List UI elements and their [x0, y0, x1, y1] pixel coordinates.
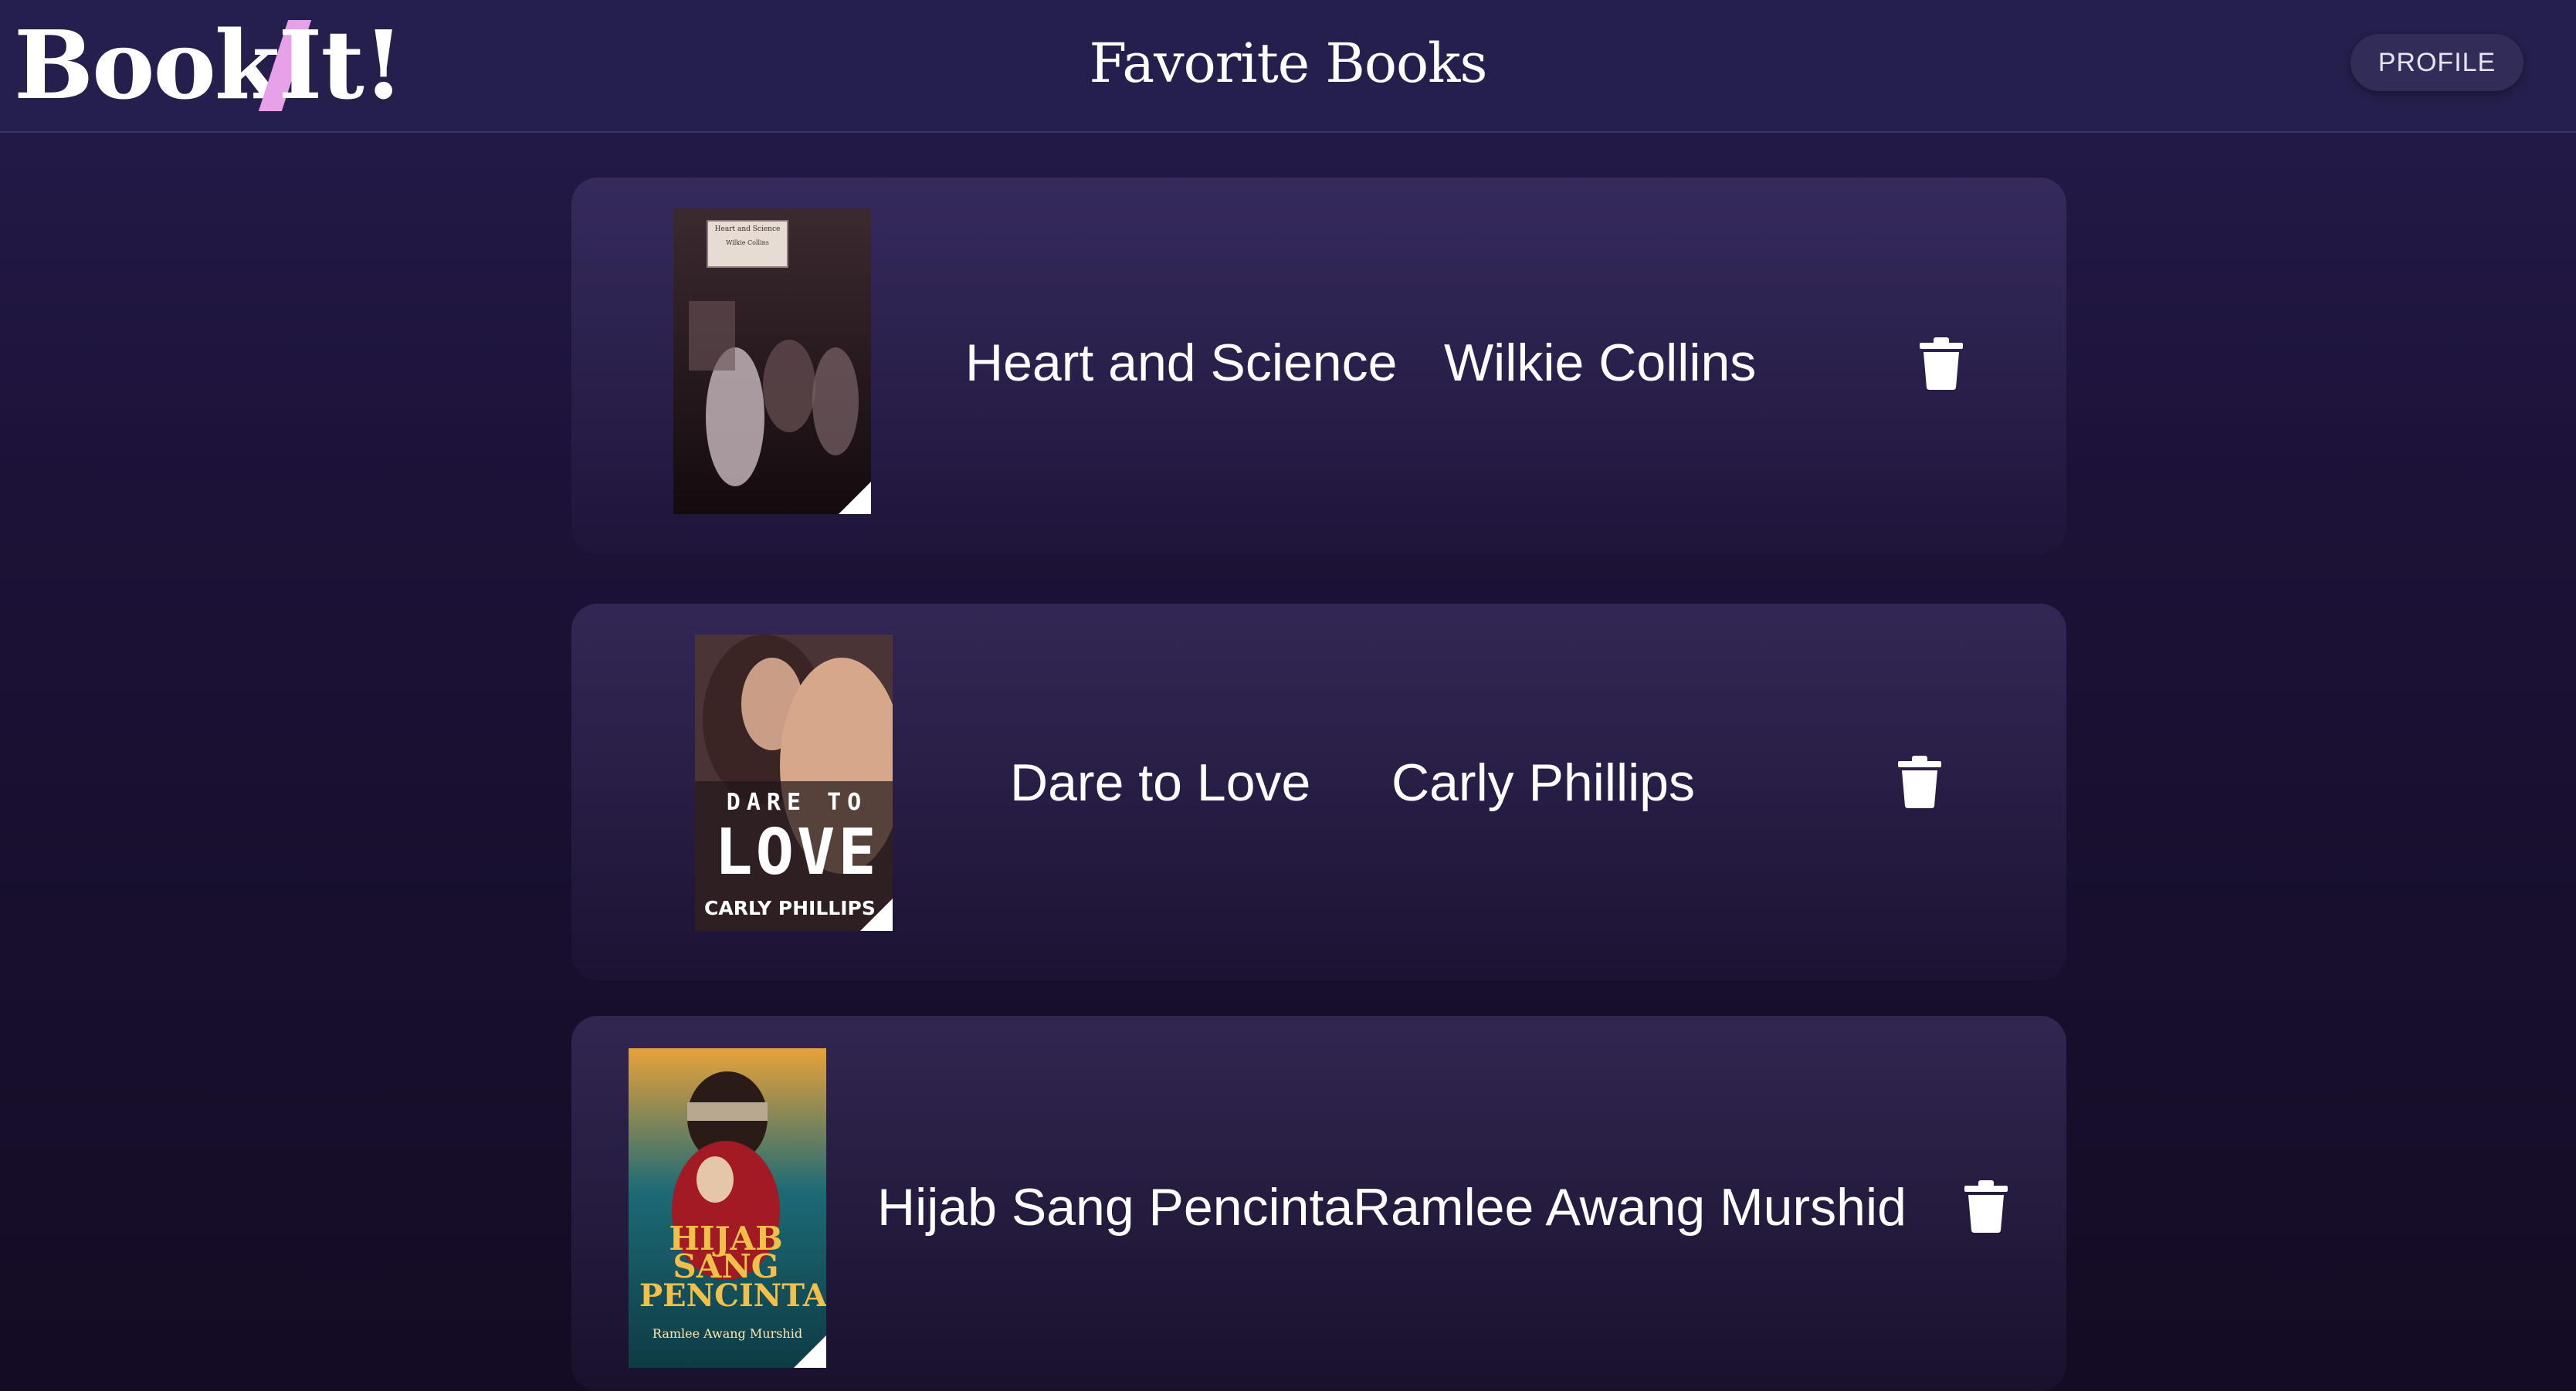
book-title: Dare to Love [1010, 753, 1311, 812]
book-cover: Heart and Science Wilkie Collins [673, 208, 871, 514]
book-title: Heart and Science [965, 333, 1398, 392]
trash-icon[interactable] [1963, 1179, 2009, 1234]
book-card: DARE TO LOVE CARLY PHILLIPS Dare to Love… [571, 604, 2066, 980]
cover-line-3: PENCINTA [639, 1278, 826, 1314]
page-fold [839, 482, 871, 514]
book-title: Hijab Sang Pencinta [877, 1178, 1354, 1237]
book-card: HIJAB SANG PENCINTA Ramlee Awang Murshid… [571, 1016, 2066, 1391]
book-cover: DARE TO LOVE CARLY PHILLIPS [695, 635, 893, 931]
cover-title: Heart and Science [714, 225, 781, 233]
cover-line-2: LOVE [714, 816, 880, 889]
book-card: Heart and Science Wilkie Collins Heart a… [571, 178, 2066, 554]
book-author: Wilkie Collins [1444, 333, 1757, 392]
cover-art [629, 1048, 826, 1368]
page-fold [860, 899, 893, 931]
trash-icon[interactable] [1896, 755, 1943, 809]
cover-author: Wilkie Collins [726, 239, 769, 246]
page-fold [794, 1335, 826, 1368]
cover-author: CARLY PHILLIPS [704, 897, 876, 919]
trash-icon[interactable] [1918, 337, 1964, 391]
cover-author: Ramlee Awang Murshid [652, 1326, 803, 1341]
app-header: BookIt! Favorite Books PROFILE [0, 0, 2576, 133]
profile-button[interactable]: PROFILE [2351, 34, 2523, 91]
book-author: Carly Phillips [1391, 753, 1695, 812]
book-cover: HIJAB SANG PENCINTA Ramlee Awang Murshid [629, 1048, 826, 1368]
cover-line-1: DARE TO [726, 789, 868, 816]
cover-art [673, 208, 871, 514]
page-title: Favorite Books [1089, 32, 1488, 95]
book-author: Ramlee Awang Murshid [1353, 1178, 1907, 1237]
logo-mark: It [278, 9, 364, 120]
